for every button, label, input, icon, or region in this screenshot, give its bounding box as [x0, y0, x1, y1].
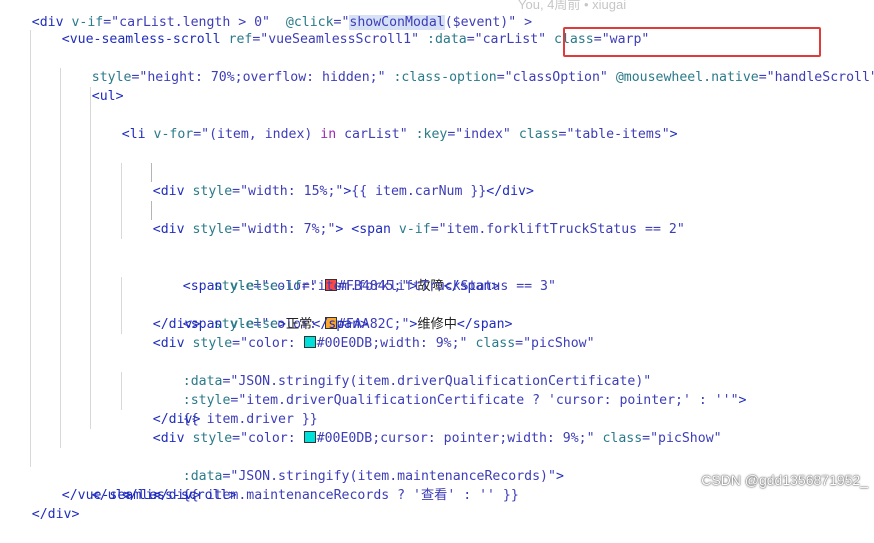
indent-guide: [151, 201, 152, 220]
code-editor[interactable]: <div v-if="carList.length > 0" @click="s…: [0, 0, 874, 522]
indent-guide: [90, 372, 91, 391]
indent-guide: [90, 353, 91, 372]
indent-guide: [60, 258, 61, 277]
indent-guide: [121, 315, 122, 334]
indent-guide: [30, 353, 31, 372]
indent-guide: [90, 239, 91, 258]
indent-guide: [60, 334, 61, 353]
indent-guide: [30, 87, 31, 106]
indent-guide: [30, 448, 31, 467]
indent-guide: [90, 87, 91, 106]
indent-guide: [121, 372, 122, 391]
indent-guide: [60, 163, 61, 182]
indent-guide: [121, 277, 122, 296]
indent-guide: [60, 429, 61, 448]
indent-guide: [90, 277, 91, 296]
indent-guide: [30, 258, 31, 277]
code-line-5: [0, 87, 874, 106]
indent-guide: [30, 372, 31, 391]
indent-guide: [121, 391, 122, 410]
indent-guide: [121, 296, 122, 315]
indent-guide: [90, 258, 91, 277]
indent-guide: [60, 315, 61, 334]
code-line-10: <span v-else-if="item.forkliftTruckStatu…: [0, 182, 874, 294]
indent-guide: [30, 391, 31, 410]
code-line-9: style="color: #FB4845;">故障</span>: [0, 163, 874, 294]
indent-guide: [60, 201, 61, 220]
token: </div>: [31, 507, 80, 522]
code-line-19: <div style="color: #00E0DB;cursor: point…: [0, 353, 874, 446]
code-line-17: {{ item.driver }}: [0, 315, 874, 427]
code-line-7: [0, 125, 874, 144]
indent-guide: [90, 220, 91, 239]
code-line-23: </li>: [0, 429, 874, 503]
indent-guide: [90, 296, 91, 315]
indent-guide: [30, 144, 31, 163]
indent-guide: [90, 144, 91, 163]
indent-guide: [121, 220, 122, 239]
code-line-24: </ul>: [0, 448, 874, 503]
indent-guide: [90, 125, 91, 144]
indent-guide: [60, 106, 61, 125]
code-line-20: :data="JSON.stringify(item.maintenanceRe…: [0, 372, 874, 484]
indent-guide: [30, 334, 31, 353]
indent-guide: [60, 353, 61, 372]
indent-guide: [90, 315, 91, 334]
indent-guide: [60, 144, 61, 163]
indent-guide: [30, 315, 31, 334]
indent-guide: [90, 391, 91, 410]
code-line-4: <li v-for="(item, index) in carList" :ke…: [0, 68, 874, 142]
indent-guide: [30, 163, 31, 182]
code-line-3: <ul>: [0, 49, 874, 104]
indent-guide: [60, 277, 61, 296]
watermark: CSDN @gdd1356871952_: [701, 472, 868, 488]
code-line-12: <span v-else>正常</span>: [0, 220, 874, 332]
indent-guide: [60, 220, 61, 239]
indent-guide: [151, 163, 152, 182]
indent-guide: [60, 410, 61, 429]
indent-guide: [60, 391, 61, 410]
indent-guide: [90, 334, 91, 353]
code-line-22: </div>: [0, 410, 874, 503]
code-line-21: {{ item.maintenanceRecords ? '查看' : '' }…: [0, 391, 874, 503]
indent-guide: [30, 106, 31, 125]
code-line-8: <div style="width: 7%;"> <span v-if="ite…: [0, 144, 874, 237]
code-line-11: style="color: #FAA82C;">维修中</span>: [0, 201, 874, 332]
indent-guide: [90, 182, 91, 201]
indent-guide: [121, 163, 122, 182]
code-line-6: <div style="width: 15%;">{{ item.carNum …: [0, 106, 874, 199]
indent-guide: [30, 410, 31, 429]
indent-guide: [30, 30, 31, 49]
indent-guide: [30, 125, 31, 144]
indent-guide: [30, 68, 31, 87]
indent-guide: [60, 372, 61, 391]
indent-guide: [60, 68, 61, 87]
indent-guide: [30, 277, 31, 296]
code-line-14: <div style="color: #00E0DB;width: 9%;" c…: [0, 258, 874, 351]
indent-guide: [30, 429, 31, 448]
indent-guide: [60, 182, 61, 201]
indent-guide: [121, 201, 122, 220]
indent-guide: [30, 49, 31, 68]
indent-guide: [60, 296, 61, 315]
indent-guide: [30, 220, 31, 239]
indent-guide: [30, 239, 31, 258]
code-line-16: :style="item.driverQualificationCertific…: [0, 296, 874, 408]
indent-guide: [90, 410, 91, 429]
indent-guide: [30, 201, 31, 220]
indent-guide: [60, 87, 61, 106]
code-line-15: :data="JSON.stringify(item.driverQualifi…: [0, 277, 874, 389]
code-line-18: </div>: [0, 334, 874, 427]
indent-guide: [121, 182, 122, 201]
indent-guide: [30, 182, 31, 201]
indent-guide: [90, 201, 91, 220]
indent-guide: [60, 125, 61, 144]
code-line-13: </div>: [0, 239, 874, 332]
indent-guide: [30, 296, 31, 315]
indent-guide: [90, 106, 91, 125]
indent-guide: [90, 163, 91, 182]
indent-guide: [60, 239, 61, 258]
